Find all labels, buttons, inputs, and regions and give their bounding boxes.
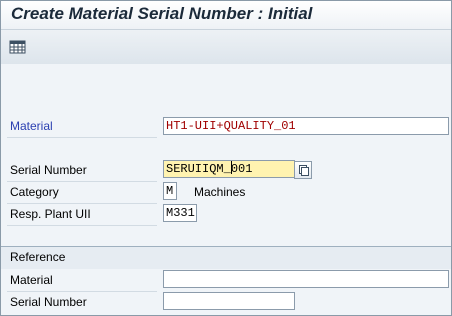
serial-number-value-start: SERUIIQM_: [166, 162, 231, 176]
title-bar: Create Material Serial Number : Initial: [1, 1, 451, 29]
reference-material-label: Material: [10, 273, 53, 287]
reference-section-header: Reference: [1, 246, 451, 269]
serial-number-field[interactable]: SERUIIQM_001: [163, 160, 295, 178]
serial-number-label: Serial Number: [10, 163, 87, 177]
material-label: Material: [10, 119, 53, 133]
category-label: Category: [10, 185, 59, 199]
divider: [7, 137, 157, 138]
application-toolbar: [1, 29, 451, 65]
category-description: Machines: [194, 185, 246, 199]
copy-icon[interactable]: [294, 161, 312, 179]
main-window: Create Material Serial Number : Initial …: [0, 0, 452, 316]
reference-material-field[interactable]: [163, 270, 449, 288]
category-field[interactable]: M: [163, 182, 177, 200]
reference-serial-number-field[interactable]: [163, 292, 295, 310]
grid-icon[interactable]: [9, 39, 26, 55]
serial-number-value-end: 001: [230, 162, 253, 176]
resp-plant-uii-field[interactable]: M331: [163, 204, 197, 222]
page-title: Create Material Serial Number : Initial: [11, 4, 313, 23]
divider: [7, 225, 157, 226]
reference-serial-number-label: Serial Number: [10, 295, 87, 309]
resp-plant-uii-label: Resp. Plant UII: [10, 207, 91, 221]
material-field[interactable]: HT1-UII+QUALITY_01: [163, 117, 449, 135]
reference-section-title: Reference: [10, 250, 66, 264]
main-content: Material HT1-UII+QUALITY_01 Serial Numbe…: [1, 64, 451, 315]
